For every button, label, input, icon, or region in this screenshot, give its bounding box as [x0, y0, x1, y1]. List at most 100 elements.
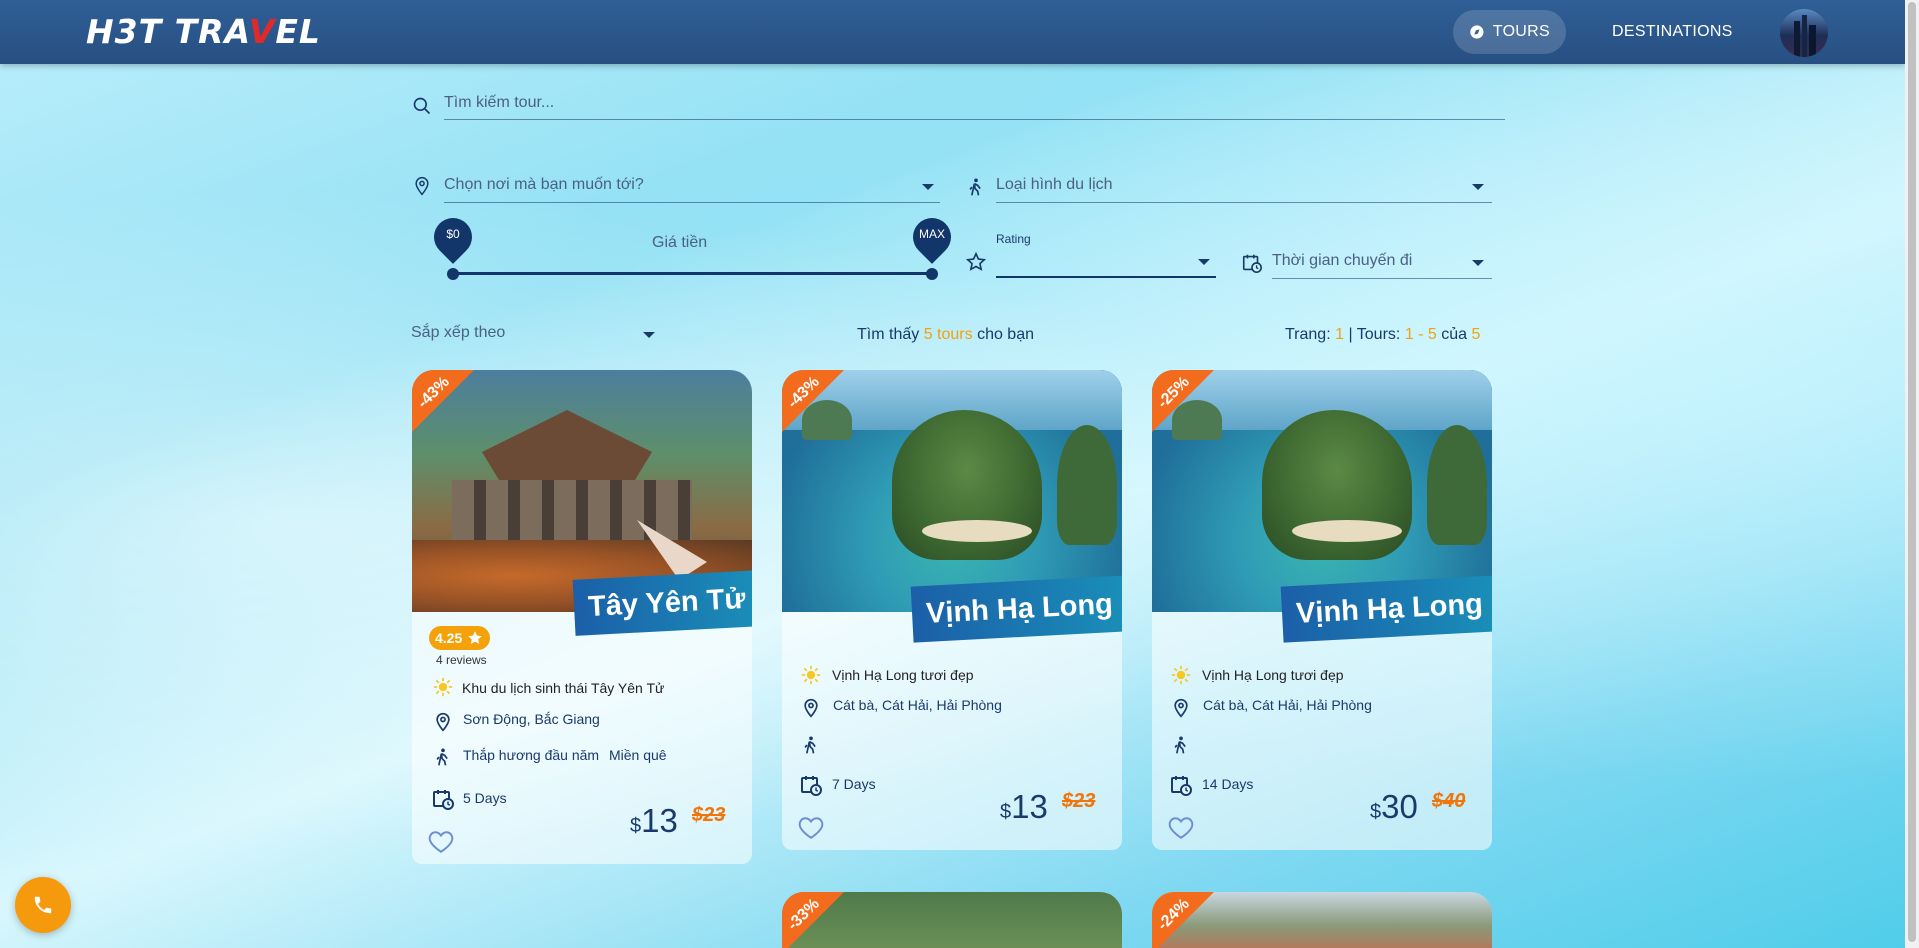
tour-duration: 5 Days — [463, 790, 507, 806]
tours-label: | Tours: — [1348, 326, 1401, 343]
top-app-bar: H3T TRAVEL TOURS DESTINATIONS — [0, 0, 1905, 64]
old-price: $40 — [1432, 790, 1466, 812]
tour-type-select[interactable]: Loại hình du lịch — [996, 173, 1492, 203]
search-placeholder: Tìm kiếm tour... — [444, 94, 555, 111]
tour-name: Khu du lịch sinh thái Tây Yên Tử — [462, 680, 665, 696]
price-min-label: $0 — [446, 227, 460, 241]
logo-text-v: V — [248, 12, 276, 51]
tour-card[interactable]: -25% Vịnh Hạ Long Vịnh Hạ Long tươi đẹp … — [1152, 370, 1492, 850]
rating-select[interactable]: Rating — [996, 232, 1216, 278]
tour-price: $13 — [630, 802, 678, 840]
sun-icon — [1170, 664, 1192, 686]
phone-icon — [34, 896, 52, 914]
tour-type-select-label: Loại hình du lịch — [996, 176, 1113, 193]
tour-location: Cát bà, Cát Hải, Hải Phòng — [833, 697, 1002, 713]
price-slider-min-handle[interactable] — [447, 268, 459, 280]
search-icon — [410, 94, 434, 118]
price-value: 30 — [1381, 788, 1418, 825]
call-button[interactable] — [15, 877, 71, 933]
hiking-icon — [1170, 732, 1192, 758]
tour-card[interactable]: -24% — [1152, 892, 1492, 948]
found-count: 5 tours — [923, 326, 973, 343]
of-label: của — [1441, 326, 1468, 343]
star-icon — [468, 631, 482, 644]
hiking-icon — [964, 174, 988, 200]
price-slider-track[interactable] — [452, 272, 932, 275]
price-currency: $ — [1370, 801, 1382, 823]
found-prefix: Tìm thấy — [857, 326, 920, 343]
price-max-label: MAX — [918, 227, 945, 241]
page-value: 1 — [1335, 326, 1345, 343]
location-pin-icon — [432, 710, 454, 734]
reviews-count: 4 reviews — [436, 653, 487, 667]
calendar-clock-icon — [1168, 772, 1194, 798]
rating-value: 4.25 — [435, 630, 463, 646]
calendar-clock-icon — [798, 772, 824, 798]
duration-select-label: Thời gian chuyến đi — [1272, 252, 1413, 269]
tour-card[interactable]: -43% Vịnh Hạ Long Vịnh Hạ Long tươi đẹp … — [782, 370, 1122, 850]
duration-select[interactable]: Thời gian chuyến đi — [1272, 249, 1492, 279]
chevron-down-icon — [1472, 184, 1484, 190]
favorite-heart-icon[interactable] — [428, 830, 454, 854]
tour-duration: 14 Days — [1202, 776, 1254, 792]
tour-price: $13 — [1000, 788, 1048, 826]
found-suffix: cho bạn — [977, 326, 1034, 343]
price-value: 13 — [641, 802, 678, 839]
logo-text-a: H3T TRA — [86, 12, 249, 51]
nav-destinations-button[interactable]: DESTINATIONS — [1588, 10, 1748, 54]
location-pin-icon — [1170, 696, 1192, 720]
rating-badge: 4.25 — [429, 626, 491, 650]
results-found-text: Tìm thấy 5 tours cho bạn — [857, 326, 1034, 344]
scrollbar-thumb[interactable] — [1908, 2, 1916, 942]
hiking-icon — [800, 732, 822, 758]
calendar-clock-icon — [430, 786, 456, 812]
nav-tours-button[interactable]: TOURS — [1453, 10, 1566, 54]
old-price: $23 — [692, 804, 726, 826]
tours-range: 1 - 5 — [1404, 326, 1437, 343]
price-currency: $ — [1000, 801, 1012, 823]
calendar-clock-icon — [1240, 250, 1264, 276]
location-pin-icon — [800, 696, 822, 720]
tour-image[interactable] — [782, 370, 1122, 612]
page-label: Trang: — [1285, 326, 1331, 343]
compass-icon — [1470, 25, 1484, 39]
pagination-info: Trang: 1 | Tours: 1 - 5 của 5 — [1285, 326, 1480, 344]
tour-title-banner: Tây Yên Tử — [572, 570, 752, 636]
sort-select[interactable]: Sắp xếp theo — [411, 324, 505, 342]
tour-type-1: Thắp hương đầu năm — [463, 747, 600, 763]
sun-icon — [800, 664, 822, 686]
tour-name: Vịnh Hạ Long tươi đẹp — [832, 667, 974, 683]
chevron-down-icon — [1198, 259, 1210, 265]
favorite-heart-icon[interactable] — [798, 816, 824, 840]
chevron-down-icon[interactable] — [643, 332, 655, 338]
price-slider-max-handle[interactable] — [926, 268, 938, 280]
tour-image[interactable] — [1152, 370, 1492, 612]
tour-location: Cát bà, Cát Hải, Hải Phòng — [1203, 697, 1372, 713]
chevron-down-icon — [922, 184, 934, 190]
tour-type-2: Miền quê — [609, 747, 667, 763]
tour-card[interactable]: -33% — [782, 892, 1122, 948]
price-currency: $ — [630, 815, 642, 837]
sort-select-label: Sắp xếp theo — [411, 324, 506, 341]
tour-title-banner: Vịnh Hạ Long — [1280, 575, 1492, 643]
tour-duration: 7 Days — [832, 776, 876, 792]
favorite-heart-icon[interactable] — [1168, 816, 1194, 840]
search-input[interactable]: Tìm kiếm tour... — [444, 92, 1505, 120]
tour-title-banner: Vịnh Hạ Long — [910, 575, 1122, 643]
user-avatar[interactable] — [1780, 9, 1828, 57]
destination-select[interactable]: Chọn nơi mà bạn muốn tới? — [444, 173, 940, 203]
logo-text-b: EL — [275, 12, 321, 51]
tours-total: 5 — [1471, 326, 1481, 343]
price-value: 13 — [1011, 788, 1048, 825]
location-pin-icon — [410, 174, 434, 198]
star-outline-icon — [964, 250, 988, 274]
page-scrollbar[interactable] — [1905, 0, 1919, 948]
nav-tours-label: TOURS — [1492, 23, 1550, 40]
nav-destinations-label: DESTINATIONS — [1612, 23, 1733, 40]
price-slider-label: Giá tiền — [652, 234, 708, 251]
tour-card[interactable]: -43% Tây Yên Tử 4.25 4 reviews Khu du lị… — [412, 370, 752, 864]
sun-icon — [432, 676, 454, 698]
destination-select-label: Chọn nơi mà bạn muốn tới? — [444, 176, 644, 193]
old-price: $23 — [1062, 790, 1096, 812]
logo[interactable]: H3T TRAVEL — [86, 12, 321, 51]
